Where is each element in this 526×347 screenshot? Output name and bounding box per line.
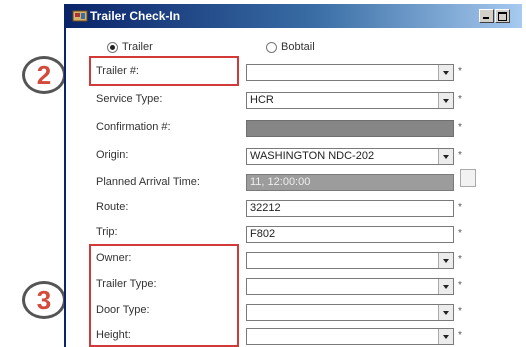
required-mark: *: [458, 330, 462, 341]
chevron-down-icon[interactable]: [438, 329, 453, 344]
origin-label: Origin:: [96, 149, 129, 161]
required-mark: *: [458, 122, 462, 133]
required-mark: *: [458, 306, 462, 317]
chevron-down-icon[interactable]: [438, 253, 453, 268]
required-mark: *: [458, 228, 462, 239]
bobtail-radio[interactable]: [266, 42, 277, 53]
maximize-button[interactable]: [495, 9, 510, 23]
app-icon: [72, 10, 88, 22]
annotation-badge-3: 3: [22, 281, 66, 319]
service-type-dropdown[interactable]: HCR: [246, 92, 454, 109]
trip-value: F802: [250, 228, 276, 240]
required-mark: *: [458, 280, 462, 291]
required-mark: *: [458, 254, 462, 265]
origin-value: WASHINGTON NDC-202: [250, 150, 375, 162]
service-type-label: Service Type:: [96, 93, 163, 105]
confirmation-number-field: [246, 120, 454, 137]
route-input[interactable]: 32212: [246, 200, 454, 217]
chevron-down-icon[interactable]: [438, 149, 453, 164]
trip-label: Trip:: [96, 226, 118, 238]
origin-dropdown[interactable]: WASHINGTON NDC-202: [246, 148, 454, 165]
owner-group-highlight: [89, 244, 239, 347]
bobtail-radio-label: Bobtail: [281, 41, 315, 53]
trip-input[interactable]: F802: [246, 226, 454, 243]
trailer-radio[interactable]: [107, 42, 118, 53]
trailer-type-dropdown[interactable]: [246, 278, 454, 295]
route-label: Route:: [96, 201, 129, 213]
title-bar: Trailer Check-In: [66, 4, 522, 28]
service-type-value: HCR: [250, 94, 274, 106]
door-type-dropdown[interactable]: [246, 304, 454, 321]
chevron-down-icon[interactable]: [438, 65, 453, 80]
owner-dropdown[interactable]: [246, 252, 454, 269]
trailer-number-dropdown[interactable]: [246, 64, 454, 81]
annotation-badge-2: 2: [22, 56, 66, 94]
chevron-down-icon[interactable]: [438, 305, 453, 320]
height-dropdown[interactable]: [246, 328, 454, 345]
window-title: Trailer Check-In: [90, 9, 181, 23]
trailer-number-highlight: [89, 56, 239, 86]
required-mark: *: [458, 150, 462, 161]
planned-arrival-time-field: 11, 12:00:00: [246, 174, 454, 191]
chevron-down-icon[interactable]: [438, 93, 453, 108]
confirmation-number-label: Confirmation #:: [96, 121, 171, 133]
route-value: 32212: [250, 202, 281, 214]
required-mark: *: [458, 66, 462, 77]
required-mark: *: [458, 202, 462, 213]
trailer-radio-label: Trailer: [122, 41, 153, 53]
planned-arrival-time-value: 11, 12:00:00: [250, 176, 311, 188]
minimize-button[interactable]: [479, 9, 494, 23]
required-mark: *: [458, 94, 462, 105]
planned-arrival-time-label: Planned Arrival Time:: [96, 176, 200, 188]
date-picker-button[interactable]: [460, 169, 476, 187]
chevron-down-icon[interactable]: [438, 279, 453, 294]
